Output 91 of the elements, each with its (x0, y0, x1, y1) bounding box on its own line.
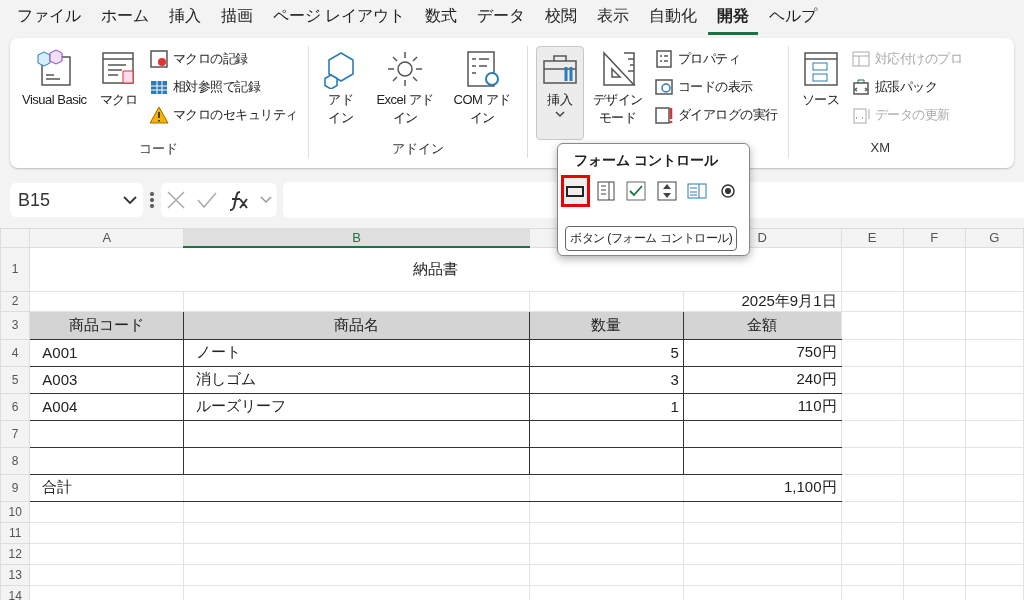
caret-icon (554, 111, 565, 118)
checkbox-icon (625, 180, 648, 202)
row-header[interactable]: 6 (0, 393, 30, 420)
column-header[interactable]: B (183, 228, 530, 247)
name-box[interactable]: B15 (10, 183, 143, 217)
table-cell: A004 (29, 393, 184, 420)
ribbon-button[interactable]: 挿入 (535, 46, 584, 140)
ribbon-tab[interactable]: 数式 (416, 1, 467, 35)
column-header[interactable]: E (841, 228, 904, 247)
ribbon-tab[interactable]: ページ レイアウト (264, 1, 415, 35)
column-header[interactable]: G (965, 228, 1024, 247)
ribbon-tab[interactable]: 表示 (588, 1, 639, 35)
column-heading: 商品名 (183, 311, 530, 339)
magnifier-window-icon (653, 77, 674, 97)
ribbon-button[interactable]: 拡張パック (848, 76, 965, 98)
total-label: 合計 (29, 474, 184, 501)
tooltip: ボタン (フォーム コントロール) (565, 226, 738, 251)
row-header[interactable]: 8 (0, 447, 30, 474)
ribbon-tab[interactable]: ヘルプ (760, 1, 827, 35)
form-control-button[interactable] (655, 178, 678, 204)
row-header[interactable]: 12 (0, 543, 30, 564)
table-cell: ノート (183, 339, 530, 366)
ribbon-button[interactable]: Excel アドイン (368, 46, 442, 140)
table-icon (850, 49, 871, 69)
row-header[interactable]: 5 (0, 366, 30, 393)
record-icon (148, 49, 169, 69)
menu-heading: フォーム コントロール (574, 152, 719, 170)
dialog-exclamation-icon (653, 105, 674, 125)
table-cell: 5 (529, 339, 684, 366)
list-box-icon (686, 180, 709, 202)
ribbon-tab[interactable]: 自動化 (640, 1, 707, 35)
package-icon (850, 77, 871, 97)
table-cell: 消しゴム (183, 366, 530, 393)
warning-icon (148, 105, 169, 125)
ribbon-button[interactable]: ソース (796, 46, 845, 140)
ribbon-button[interactable]: コードの表示 (651, 76, 780, 98)
ribbon-button[interactable]: COM アドイン (445, 46, 519, 140)
group-label: コード (138, 140, 180, 158)
row-header[interactable]: 9 (0, 474, 30, 501)
ribbon-button[interactable]: 相対参照で記録 (146, 76, 300, 98)
table-cell: 750円 (683, 339, 842, 366)
ribbon-tab[interactable]: 描画 (212, 1, 262, 35)
row-header[interactable]: 3 (0, 311, 30, 339)
table-cell: 1 (529, 393, 684, 420)
row-header[interactable]: 2 (0, 291, 30, 311)
ribbon-button[interactable]: マクロの記録 (146, 48, 300, 70)
function-icon (228, 189, 250, 211)
ribbon-button[interactable]: マクロ (94, 46, 143, 140)
ribbon-tab[interactable]: 挿入 (160, 1, 210, 35)
chevron-down-icon (123, 195, 137, 205)
row-header[interactable]: 11 (0, 522, 30, 543)
column-header[interactable]: F (903, 228, 966, 247)
properties-icon (653, 49, 674, 69)
refresh-document-icon (850, 105, 871, 125)
more-icon (149, 191, 155, 209)
row-header[interactable]: 4 (0, 339, 30, 366)
table-cell: ルーズリーフ (183, 393, 530, 420)
ribbon-tab[interactable]: ファイル (8, 1, 90, 35)
ribbon-button[interactable]: Visual Basic (18, 46, 91, 140)
row-header[interactable]: 1 (0, 247, 30, 291)
ribbon-button[interactable]: マクロのセキュリティ (146, 104, 300, 126)
form-control-button[interactable] (564, 178, 587, 204)
ribbon-tab[interactable]: 開発 (708, 1, 759, 35)
spin-button-icon (655, 180, 678, 202)
ribbon-tab[interactable]: ホーム (92, 1, 158, 35)
group-label: アドイン (390, 140, 445, 158)
table-cell: 240円 (683, 366, 842, 393)
column-header[interactable]: A (29, 228, 184, 247)
ribbon-tab[interactable]: データ (468, 1, 535, 35)
row-header[interactable]: 7 (0, 420, 30, 447)
row-header[interactable]: 13 (0, 564, 30, 585)
table-cell: A001 (29, 339, 184, 366)
chevron-down-icon (260, 196, 272, 204)
sheet-title: 納品書 (29, 247, 842, 291)
check-icon (196, 190, 218, 210)
row-header[interactable]: 10 (0, 501, 30, 522)
table-cell: A003 (29, 366, 184, 393)
column-heading: 金額 (683, 311, 842, 339)
total-cell: 1,100円 (683, 474, 842, 501)
ribbon-button[interactable]: デザインモード (587, 46, 648, 140)
table-cell: 3 (529, 366, 684, 393)
group-label: XM (869, 140, 892, 157)
ribbon-button[interactable]: プロパティ (651, 48, 780, 70)
ribbon-button[interactable]: ダイアログの実行 (651, 104, 780, 126)
column-heading: 数量 (529, 311, 684, 339)
table-cell: 110円 (683, 393, 842, 420)
combo-box-icon (594, 180, 617, 202)
column-heading: 商品コード (29, 311, 184, 339)
ribbon-button[interactable]: アドイン (316, 46, 365, 140)
cancel-icon (166, 190, 186, 210)
ribbon-tab[interactable]: 校閲 (536, 1, 587, 35)
